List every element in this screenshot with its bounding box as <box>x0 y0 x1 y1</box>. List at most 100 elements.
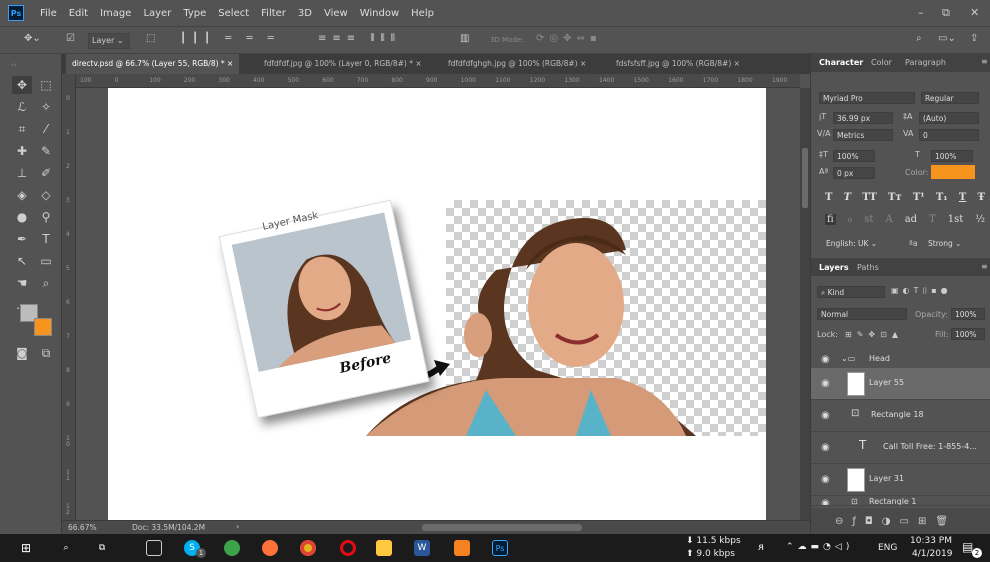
leading-field[interactable]: (Auto) <box>919 112 979 124</box>
horizontal-scrollbar[interactable] <box>422 524 582 531</box>
tab-fdfdfdfghgh[interactable]: fdfdfdfghgh.jpg @ 100% (RGB/8#) × <box>442 54 592 74</box>
all-caps-button[interactable]: TT <box>862 192 877 203</box>
opacity-field[interactable]: 100% <box>951 308 985 320</box>
align-icons[interactable]: ┃┃┃ ═ ═ ═ <box>180 33 280 44</box>
panel-menu-icon[interactable]: ≡ <box>981 262 988 271</box>
menu-3d[interactable]: 3D <box>292 8 318 19</box>
font-size-field[interactable]: 36.99 px <box>833 112 893 124</box>
auto-align-icon[interactable]: ▥ <box>460 33 469 44</box>
visibility-eye-icon[interactable]: ◉ <box>821 378 830 389</box>
fractions-button[interactable]: ½ <box>975 214 985 225</box>
clone-stamp-icon[interactable]: ⊥ <box>12 164 32 182</box>
tab-directv[interactable]: directv.psd @ 66.7% (Layer 55, RGB/8) * … <box>66 54 240 74</box>
blend-mode-select[interactable]: Normal <box>817 308 907 320</box>
layer-row-layer-55[interactable]: ◉ Layer 55 <box>811 368 990 400</box>
vertical-scrollbar[interactable] <box>800 88 810 520</box>
menu-layer[interactable]: Layer <box>137 8 177 19</box>
close-icon[interactable]: × <box>580 59 586 68</box>
discretionary-ligatures-button[interactable]: ad <box>905 214 917 225</box>
small-caps-button[interactable]: Tт <box>888 192 902 203</box>
dodge-tool-icon[interactable]: ⚲ <box>36 208 56 226</box>
task-view-icon[interactable]: ⧉ <box>94 540 110 556</box>
people-icon[interactable]: ᴙ <box>758 542 764 553</box>
horizontal-scale-field[interactable]: 100% <box>931 150 973 162</box>
visibility-eye-icon[interactable]: ◉ <box>821 410 830 421</box>
scroll-thumb[interactable] <box>802 148 808 208</box>
panel-menu-icon[interactable]: ≡ <box>981 57 988 66</box>
eraser-tool-icon[interactable]: ◈ <box>12 186 32 204</box>
tab-paragraph[interactable]: Paragraph <box>905 58 946 67</box>
superscript-button[interactable]: T¹ <box>913 192 925 203</box>
menu-edit[interactable]: Edit <box>63 8 94 19</box>
ordinals-button[interactable]: 1st <box>948 214 964 225</box>
font-family-select[interactable]: Myriad Pro <box>819 92 915 104</box>
app-window-icon[interactable] <box>146 540 162 556</box>
marquee-tool-icon[interactable]: ⬚ <box>36 76 56 94</box>
screen-mode-icon[interactable]: ⧉ <box>36 344 56 362</box>
layer-actions-icons[interactable]: ⊖ƒ◘◑▭⊞🗑 <box>835 516 957 527</box>
close-button[interactable]: ✕ <box>970 6 979 19</box>
orange-app-icon[interactable] <box>454 540 470 556</box>
tab-fdsfsfsff[interactable]: fdsfsfsff.jpg @ 100% (RGB/8#) × <box>610 54 746 74</box>
photoshop-taskbar-icon[interactable]: Ps <box>492 540 508 556</box>
zoom-level[interactable]: 66.67% <box>68 523 97 532</box>
paint-bucket-icon[interactable]: ◇ <box>36 186 56 204</box>
layer-row-rectangle-18[interactable]: ◉ ⊡ Rectangle 18 <box>811 400 990 432</box>
menu-help[interactable]: Help <box>405 8 440 19</box>
system-tray-icons[interactable]: ⌃☁▬◔◁) <box>786 542 853 552</box>
tab-character[interactable]: Character <box>819 58 863 67</box>
background-color-swatch[interactable] <box>34 318 52 336</box>
ligatures-button[interactable]: fi <box>825 214 836 225</box>
clock-time[interactable]: 10:33 PM <box>910 536 952 546</box>
magic-wand-icon[interactable]: ✧ <box>36 98 56 116</box>
language-select[interactable]: English: UK ⌄ <box>823 238 903 250</box>
quick-mask-icon[interactable]: ◙ <box>12 344 32 362</box>
horizontal-ruler[interactable]: 100 0 100 200 300 400 500 600 700 800 900 1000 1100 1… <box>62 74 800 88</box>
globe-app-icon[interactable] <box>224 540 240 556</box>
lock-icons[interactable]: ⊞✎✥⊡▲ <box>845 330 903 339</box>
distribute-icons[interactable]: ≡≡≡ ⫴⫴⫴ <box>318 33 401 44</box>
eyedropper-tool-icon[interactable]: ⁄ <box>36 120 56 138</box>
strikethrough-button[interactable]: Ŧ <box>978 192 985 203</box>
close-icon[interactable]: × <box>227 59 233 68</box>
path-select-icon[interactable]: ↖ <box>12 252 32 270</box>
move-tool-icon[interactable]: ✥ <box>12 76 32 94</box>
type-tool-icon[interactable]: T <box>36 230 56 248</box>
blur-tool-icon[interactable]: ● <box>12 208 32 226</box>
tab-color[interactable]: Color <box>871 58 892 67</box>
subscript-button[interactable]: T₁ <box>936 192 948 203</box>
hand-tool-icon[interactable]: ☚ <box>12 274 32 292</box>
file-explorer-icon[interactable] <box>376 540 392 556</box>
auto-select-checkbox[interactable]: ☑ <box>66 33 75 44</box>
3d-tools-icons[interactable]: ⟳◎✥⇔▪ <box>536 33 602 44</box>
transform-controls-icon[interactable]: ⬚ <box>146 33 155 44</box>
layer-row-layer-31[interactable]: ◉ Layer 31 <box>811 464 990 496</box>
tab-layers[interactable]: Layers <box>819 263 849 272</box>
tab-fdfdfdf[interactable]: fdfdfdf.jpg @ 100% (Layer 0, RGB/8#) * × <box>258 54 428 74</box>
vertical-scale-field[interactable]: 100% <box>833 150 875 162</box>
faux-italic-button[interactable]: T <box>844 192 851 203</box>
healing-brush-icon[interactable]: ✚ <box>12 142 32 160</box>
baseline-shift-field[interactable]: 0 px <box>833 167 875 179</box>
firefox-icon[interactable] <box>262 540 278 556</box>
filter-kind-select[interactable]: ⌕ Kind <box>817 286 885 298</box>
auto-select-dropdown[interactable]: Layer ⌄ <box>88 33 130 49</box>
chrome-icon[interactable] <box>300 540 316 556</box>
visibility-eye-icon[interactable]: ◉ <box>821 442 830 453</box>
menu-view[interactable]: View <box>318 8 354 19</box>
share-icon[interactable]: ⇪ <box>970 33 978 44</box>
swash-button[interactable]: A <box>885 214 892 225</box>
fill-field[interactable]: 100% <box>951 328 985 340</box>
menu-window[interactable]: Window <box>354 8 405 19</box>
search-icon[interactable]: ⌕ <box>916 33 922 44</box>
close-icon[interactable]: × <box>415 59 421 68</box>
document-canvas[interactable]: Before Layer Mask <box>108 88 766 520</box>
photoshop-logo[interactable]: Ps <box>8 5 24 21</box>
font-style-select[interactable]: Regular <box>921 92 979 104</box>
canvas-area[interactable]: Before Layer Mask <box>76 88 800 520</box>
opera-icon[interactable] <box>340 540 356 556</box>
visibility-eye-icon[interactable]: ◉ <box>821 498 830 505</box>
tab-paths[interactable]: Paths <box>857 263 879 272</box>
layer-filter-icons[interactable]: ▣◐T⌷▪● <box>891 286 952 296</box>
brush-tool-icon[interactable]: ✎ <box>36 142 56 160</box>
